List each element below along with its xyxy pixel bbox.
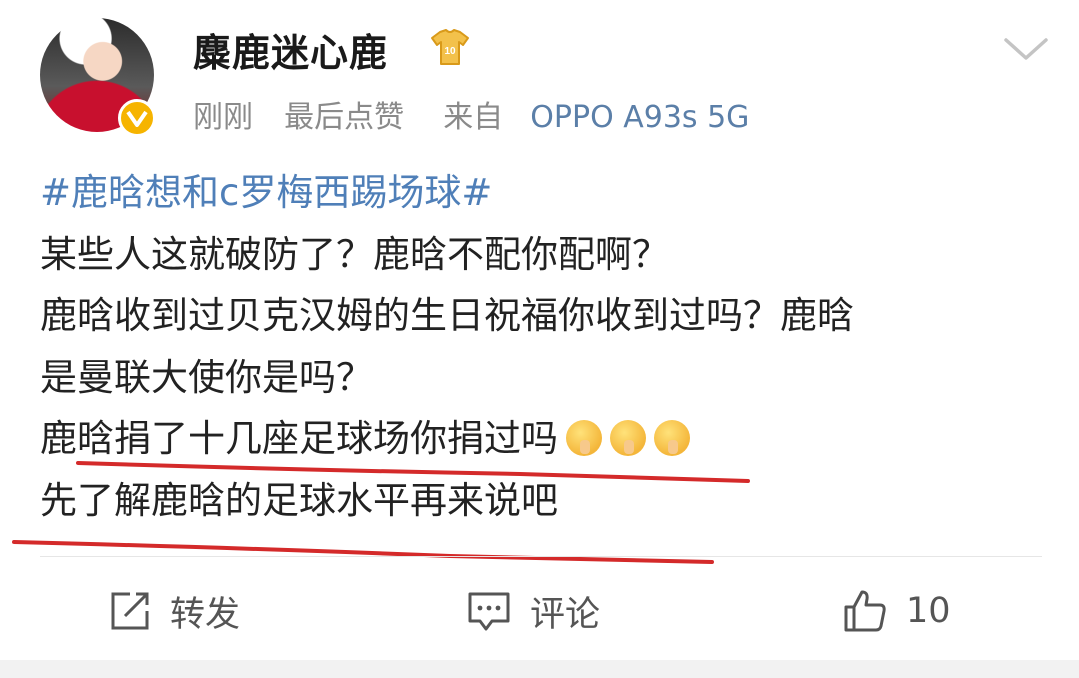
- post-action-note: 最后点赞: [284, 100, 405, 135]
- divider: [40, 556, 1042, 557]
- source-prefix: 来自: [443, 100, 504, 135]
- repost-button[interactable]: 转发: [108, 583, 240, 639]
- source-device-link[interactable]: OPPO A93s 5G: [530, 100, 749, 135]
- comment-label: 评论: [530, 594, 601, 635]
- comment-icon: [468, 592, 510, 631]
- repost-icon: [111, 592, 149, 630]
- thumbs-up-icon: [844, 590, 886, 632]
- feed-separator: [0, 660, 1079, 678]
- like-button[interactable]: 10: [842, 583, 951, 639]
- post-content: #鹿晗想和c罗梅西踢场球# 某些人这就破防了？鹿晗不配你配啊？ 鹿晗收到过贝克汉…: [40, 162, 1050, 531]
- username[interactable]: 麋鹿迷心鹿: [193, 22, 388, 77]
- shush-emoji-icon: [654, 420, 690, 456]
- svg-text:10: 10: [444, 46, 456, 57]
- like-count: 10: [906, 591, 951, 631]
- content-line: 先了解鹿晗的足球水平再来说吧: [40, 478, 558, 522]
- hashtag-link[interactable]: #鹿晗想和c罗梅西踢场球#: [40, 162, 1050, 224]
- post-time: 刚刚: [193, 100, 253, 135]
- chevron-down-icon[interactable]: [1002, 34, 1050, 64]
- content-line: 某些人这就破防了？鹿晗不配你配啊？: [40, 232, 669, 276]
- shush-emoji-icon: [610, 420, 646, 456]
- content-line: 是曼联大使你是吗？: [40, 355, 373, 399]
- verified-badge-icon: [118, 99, 156, 137]
- comment-button[interactable]: 评论: [466, 583, 600, 639]
- repost-label: 转发: [170, 594, 241, 635]
- shush-emoji-icon: [566, 420, 602, 456]
- post-meta: 刚刚 最后点赞 来自 OPPO A93s 5G: [193, 92, 749, 136]
- content-line: 鹿晗捐了十几座足球场你捐过吗: [40, 417, 558, 460]
- red-underline-2: [12, 540, 714, 564]
- weibo-post-card: 麋鹿迷心鹿 10 刚刚 最后点赞 来自 OPPO A93s 5G #鹿晗想和c罗…: [0, 0, 1079, 660]
- jersey-badge-icon[interactable]: 10: [428, 28, 472, 68]
- content-line: 鹿晗收到过贝克汉姆的生日祝福你收到过吗？鹿晗: [40, 294, 854, 337]
- content-line-with-emoji: 鹿晗捐了十几座足球场你捐过吗: [40, 408, 1050, 470]
